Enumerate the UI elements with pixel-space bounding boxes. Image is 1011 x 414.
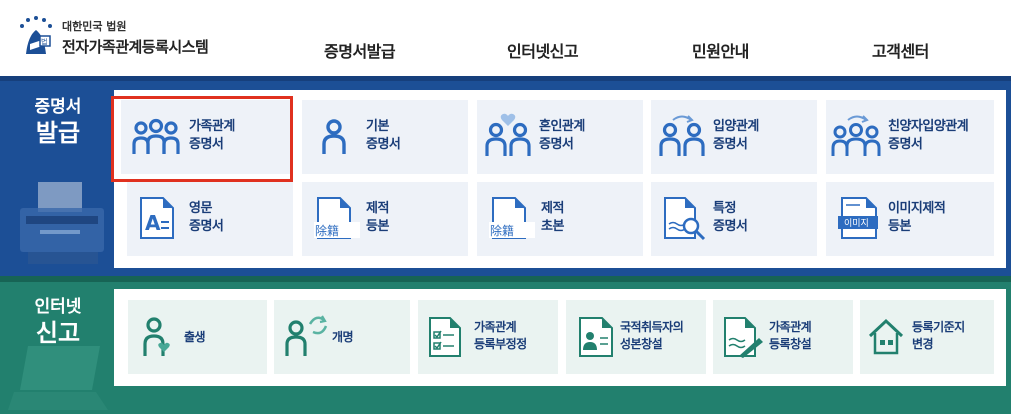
document-pen-icon [724,317,763,358]
checklist-icon [429,317,461,357]
image-register-icon: 이미지 [838,197,878,239]
card-basic-certificate[interactable]: 기본 증명서 [302,100,468,174]
card-name-change-report[interactable]: 개명 [274,300,410,374]
card-register-correction[interactable]: 가족관계 등록부정정 [418,300,558,374]
printer-icon [20,182,104,264]
card-birth-report[interactable]: 출생 [128,300,267,374]
removed-register-icon: 除籍 [489,197,535,239]
card-label: 제적 등본 [366,201,389,234]
card-label: 이미지제적 등본 [888,201,946,234]
card-label: 기본 증명서 [366,119,401,152]
adoption-icon [659,115,705,156]
id-card-icon [579,317,613,357]
card-naturalized-surname-creation[interactable]: 국적취득자의 성본창설 [566,300,706,374]
nav-internet-report[interactable]: 인터넷신고 [507,38,579,62]
card-register-creation[interactable]: 가족관계 등록창설 [713,300,853,374]
card-label: 등록기준지 변경 [912,320,965,351]
logo-title[interactable]: 전자가족관계등록시스템 [62,36,209,57]
card-full-adoption-certificate[interactable]: 친양자입양관계 증명서 [826,100,994,174]
nav-customer-center[interactable]: 고객센터 [872,38,929,62]
site-header: 법 대한민국 법원 전자가족관계등록시스템 증명서발급 인터넷신고 민원안내 고… [0,0,1011,76]
card-label: 친양자입양관계 증명서 [888,119,969,152]
document-search-icon [664,197,706,241]
card-label: 국적취득자의 성본창설 [620,320,684,351]
card-marriage-certificate[interactable]: 혼인관계 증명서 [477,100,643,174]
card-label: 제적 초본 [541,201,564,234]
birth-icon [143,317,170,356]
card-label: 출생 [184,330,206,344]
svg-text:除籍: 除籍 [490,223,514,238]
card-label: 혼인관계 증명서 [539,119,585,152]
internet-report-section-title: 인터넷 신고 [34,297,82,347]
svg-text:除籍: 除籍 [315,223,339,238]
section-accent [0,76,1011,81]
section-accent [0,276,1011,282]
house-icon [868,318,904,355]
certificate-section-title: 증명서 발급 [34,97,82,147]
card-label: 특정 증명서 [713,201,748,234]
person-icon [322,119,346,154]
svg-text:법: 법 [41,37,47,46]
removed-register-icon: 除籍 [314,197,360,239]
card-removed-register-copy[interactable]: 除籍 제적 등본 [302,182,468,256]
card-english-certificate[interactable]: A 영문 증명서 [127,182,293,256]
card-adoption-certificate[interactable]: 입양관계 증명서 [651,100,817,174]
card-image-removed-register[interactable]: 이미지 이미지제적 등본 [826,182,994,256]
family-icon [132,118,180,154]
card-label: 가족관계 등록부정정 [474,320,527,351]
english-document-icon: A [140,197,174,239]
card-family-relation-certificate[interactable]: 가족관계 증명서 [121,100,291,174]
card-registration-base-change[interactable]: 등록기준지 변경 [860,300,994,374]
nav-certificates[interactable]: 증명서발급 [324,38,396,62]
card-label: 입양관계 증명서 [713,119,759,152]
card-label: 가족관계 등록창설 [769,320,812,351]
card-specific-certificate[interactable]: 특정 증명서 [651,182,817,256]
card-label: 개명 [332,330,354,344]
card-label: 가족관계 증명서 [189,119,235,152]
card-label: 영문 증명서 [189,201,224,234]
svg-text:이미지: 이미지 [844,218,869,229]
rename-icon [285,315,328,356]
full-adoption-icon [831,115,881,156]
nav-civil-guide[interactable]: 민원안내 [692,38,749,62]
couple-heart-icon [485,113,531,156]
logo-subtitle: 대한민국 법원 [62,20,127,33]
laptop-icon [8,346,108,410]
court-logo-icon[interactable]: 법 [14,14,58,60]
svg-text:A: A [145,211,161,235]
card-removed-register-extract[interactable]: 除籍 제적 초본 [477,182,643,256]
